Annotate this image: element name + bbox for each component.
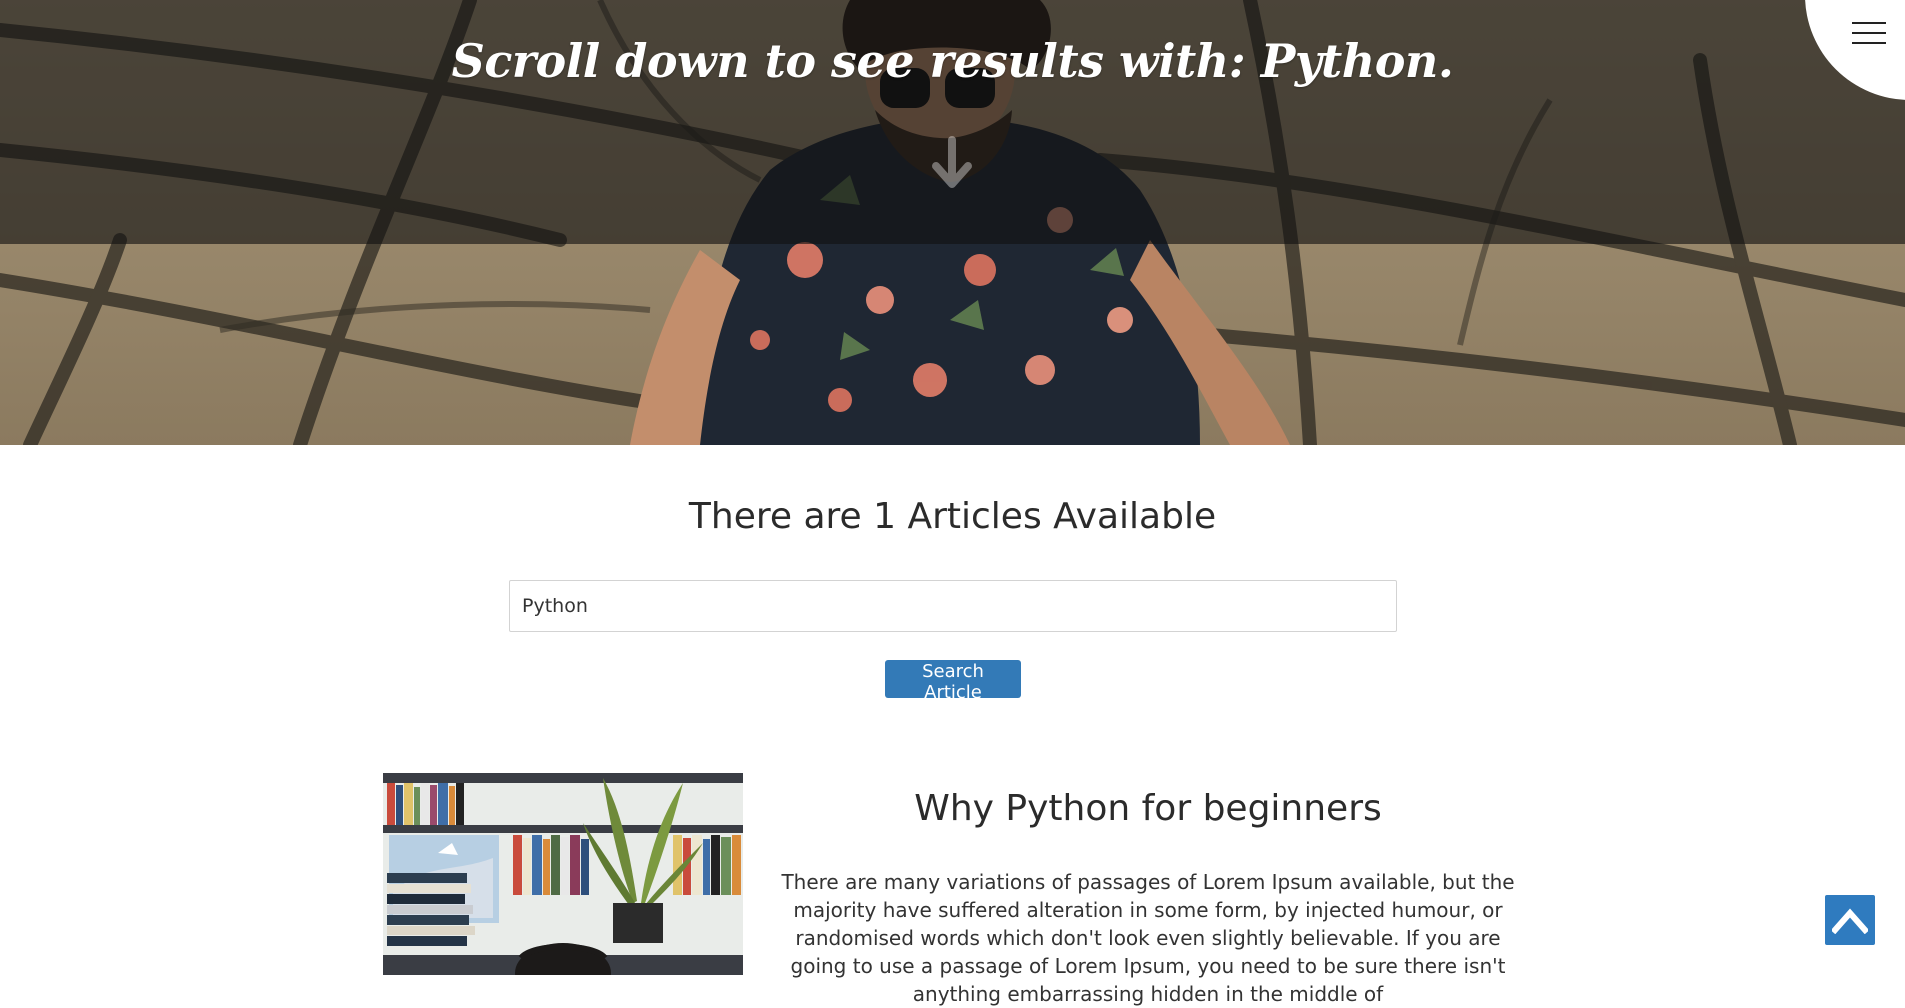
article-title[interactable]: Why Python for beginners	[763, 788, 1533, 829]
hero-banner: Scroll down to see results with: Python.	[0, 0, 1905, 445]
back-to-top-button[interactable]	[1825, 895, 1875, 945]
article-thumbnail-image	[383, 773, 743, 975]
articles-count-heading: There are 1 Articles Available	[688, 496, 1217, 537]
hero-title: Scroll down to see results with: Python.	[451, 34, 1454, 88]
search-input[interactable]	[509, 580, 1397, 632]
article-thumbnail[interactable]	[383, 773, 743, 975]
chevron-up-icon	[1832, 908, 1868, 934]
hamburger-menu-icon[interactable]	[1852, 20, 1886, 46]
arrow-down-icon[interactable]	[928, 136, 976, 194]
search-article-button[interactable]: Search Article	[885, 660, 1021, 703]
article-excerpt: There are many variations of passages of…	[781, 870, 1515, 1006]
